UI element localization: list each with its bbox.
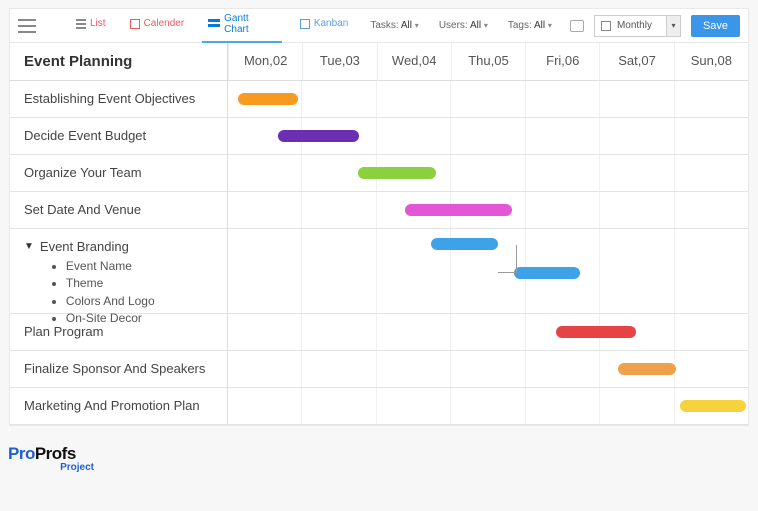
gantt-bar[interactable] (358, 167, 436, 179)
task-row: Plan Program (10, 314, 748, 351)
task-name-cell: Marketing And Promotion Plan (10, 388, 228, 425)
task-name[interactable]: Marketing And Promotion Plan (10, 388, 227, 423)
collapse-icon[interactable]: ▼ (24, 241, 34, 252)
subtask-item[interactable]: Theme (66, 275, 155, 292)
day-header: Sat,07 (599, 43, 673, 80)
toolbar: List Calender Gantt Chart Kanban Tasks: … (10, 9, 748, 43)
chevron-down-icon: ▾ (415, 21, 419, 30)
tab-gantt-chart[interactable]: Gantt Chart (202, 9, 282, 43)
task-name-cell: Finalize Sponsor And Speakers (10, 351, 228, 388)
tab-calendar[interactable]: Calender (124, 9, 191, 43)
gantt-cell (228, 351, 748, 388)
gantt-bar[interactable] (431, 238, 499, 250)
gantt-bar[interactable] (680, 400, 746, 412)
filter-tasks[interactable]: Tasks: All ▾ (362, 20, 427, 31)
tab-label: List (90, 18, 106, 29)
task-row: Organize Your Team (10, 155, 748, 192)
project-title: Event Planning (10, 43, 228, 80)
task-row: Set Date And Venue (10, 192, 748, 229)
gantt-rows: Establishing Event ObjectivesDecide Even… (10, 81, 748, 425)
filter-users[interactable]: Users: All ▾ (431, 20, 496, 31)
gantt-bar[interactable] (514, 267, 580, 279)
gantt-cell (228, 81, 748, 118)
gantt-cell (228, 314, 748, 351)
gantt-bar[interactable] (556, 326, 636, 338)
list-icon (76, 19, 86, 29)
filter-label: Tasks: (370, 20, 398, 31)
task-name[interactable]: Decide Event Budget (10, 118, 227, 153)
subtask-item[interactable]: Event Name (66, 258, 155, 275)
print-icon[interactable] (570, 20, 584, 32)
range-value: Monthly (617, 20, 652, 31)
header-row: Event Planning Mon,02Tue,03Wed,04Thu,05F… (10, 43, 748, 81)
gantt-bar[interactable] (405, 204, 512, 216)
logo-part1: Pro (8, 444, 35, 463)
gantt-bar[interactable] (618, 363, 676, 375)
filter-value: All (401, 20, 412, 31)
task-row: ▼ Event Branding Event NameThemeColors And… (10, 229, 748, 314)
tab-list[interactable]: List (70, 9, 112, 43)
task-name[interactable]: Event Branding (40, 239, 155, 254)
task-name-cell: Establishing Event Objectives (10, 81, 228, 118)
calendar-icon (601, 21, 611, 31)
task-name[interactable]: Establishing Event Objectives (10, 81, 227, 116)
gantt-icon (208, 19, 220, 29)
day-header: Thu,05 (451, 43, 525, 80)
day-header: Tue,03 (302, 43, 376, 80)
tab-label: Kanban (314, 18, 348, 29)
filter-label: Tags: (508, 20, 532, 31)
save-button[interactable]: Save (691, 15, 740, 37)
day-header: Sun,08 (674, 43, 748, 80)
filter-value: All (470, 20, 481, 31)
task-name-cell: Organize Your Team (10, 155, 228, 192)
day-header: Mon,02 (228, 43, 302, 80)
app-window: List Calender Gantt Chart Kanban Tasks: … (9, 8, 749, 426)
task-name[interactable]: Set Date And Venue (10, 192, 227, 227)
subtask-item[interactable]: Colors And Logo (66, 293, 155, 310)
kanban-icon (300, 19, 310, 29)
menu-icon[interactable] (18, 19, 36, 33)
task-row: Establishing Event Objectives (10, 81, 748, 118)
dependency-connector (498, 245, 516, 273)
task-name[interactable]: Finalize Sponsor And Speakers (10, 351, 227, 386)
view-tabs: List Calender Gantt Chart Kanban (70, 9, 354, 43)
task-name[interactable]: Organize Your Team (10, 155, 227, 190)
task-name-cell: Set Date And Venue (10, 192, 228, 229)
day-header: Wed,04 (377, 43, 451, 80)
filter-label: Users: (439, 20, 468, 31)
tab-label: Calender (144, 18, 185, 29)
day-header: Fri,06 (525, 43, 599, 80)
tab-label: Gantt Chart (224, 13, 276, 35)
logo: ProProfs Project (0, 426, 758, 493)
task-name-cell: Plan Program (10, 314, 228, 351)
gantt-cell (228, 155, 748, 192)
gantt-cell (228, 229, 748, 314)
day-headers: Mon,02Tue,03Wed,04Thu,05Fri,06Sat,07Sun,… (228, 43, 748, 80)
gantt-cell (228, 118, 748, 155)
tab-kanban[interactable]: Kanban (294, 9, 354, 43)
gantt-cell (228, 388, 748, 425)
task-name-cell: ▼ Event Branding Event NameThemeColors And… (10, 229, 228, 314)
filter-value: All (534, 20, 545, 31)
logo-part2: Profs (35, 444, 76, 463)
task-name-cell: Decide Event Budget (10, 118, 228, 155)
chevron-down-icon: ▾ (666, 16, 680, 36)
gantt-bar[interactable] (238, 93, 297, 105)
gantt-cell (228, 192, 748, 229)
task-row: Decide Event Budget (10, 118, 748, 155)
chevron-down-icon: ▾ (548, 21, 552, 30)
task-row: Finalize Sponsor And Speakers (10, 351, 748, 388)
calendar-icon (130, 19, 140, 29)
filter-tags[interactable]: Tags: All ▾ (500, 20, 560, 31)
range-select[interactable]: Monthly ▾ (594, 15, 681, 37)
chevron-down-icon: ▾ (484, 21, 488, 30)
task-name[interactable]: Plan Program (10, 314, 227, 349)
task-row: Marketing And Promotion Plan (10, 388, 748, 425)
gantt-bar[interactable] (278, 130, 359, 142)
